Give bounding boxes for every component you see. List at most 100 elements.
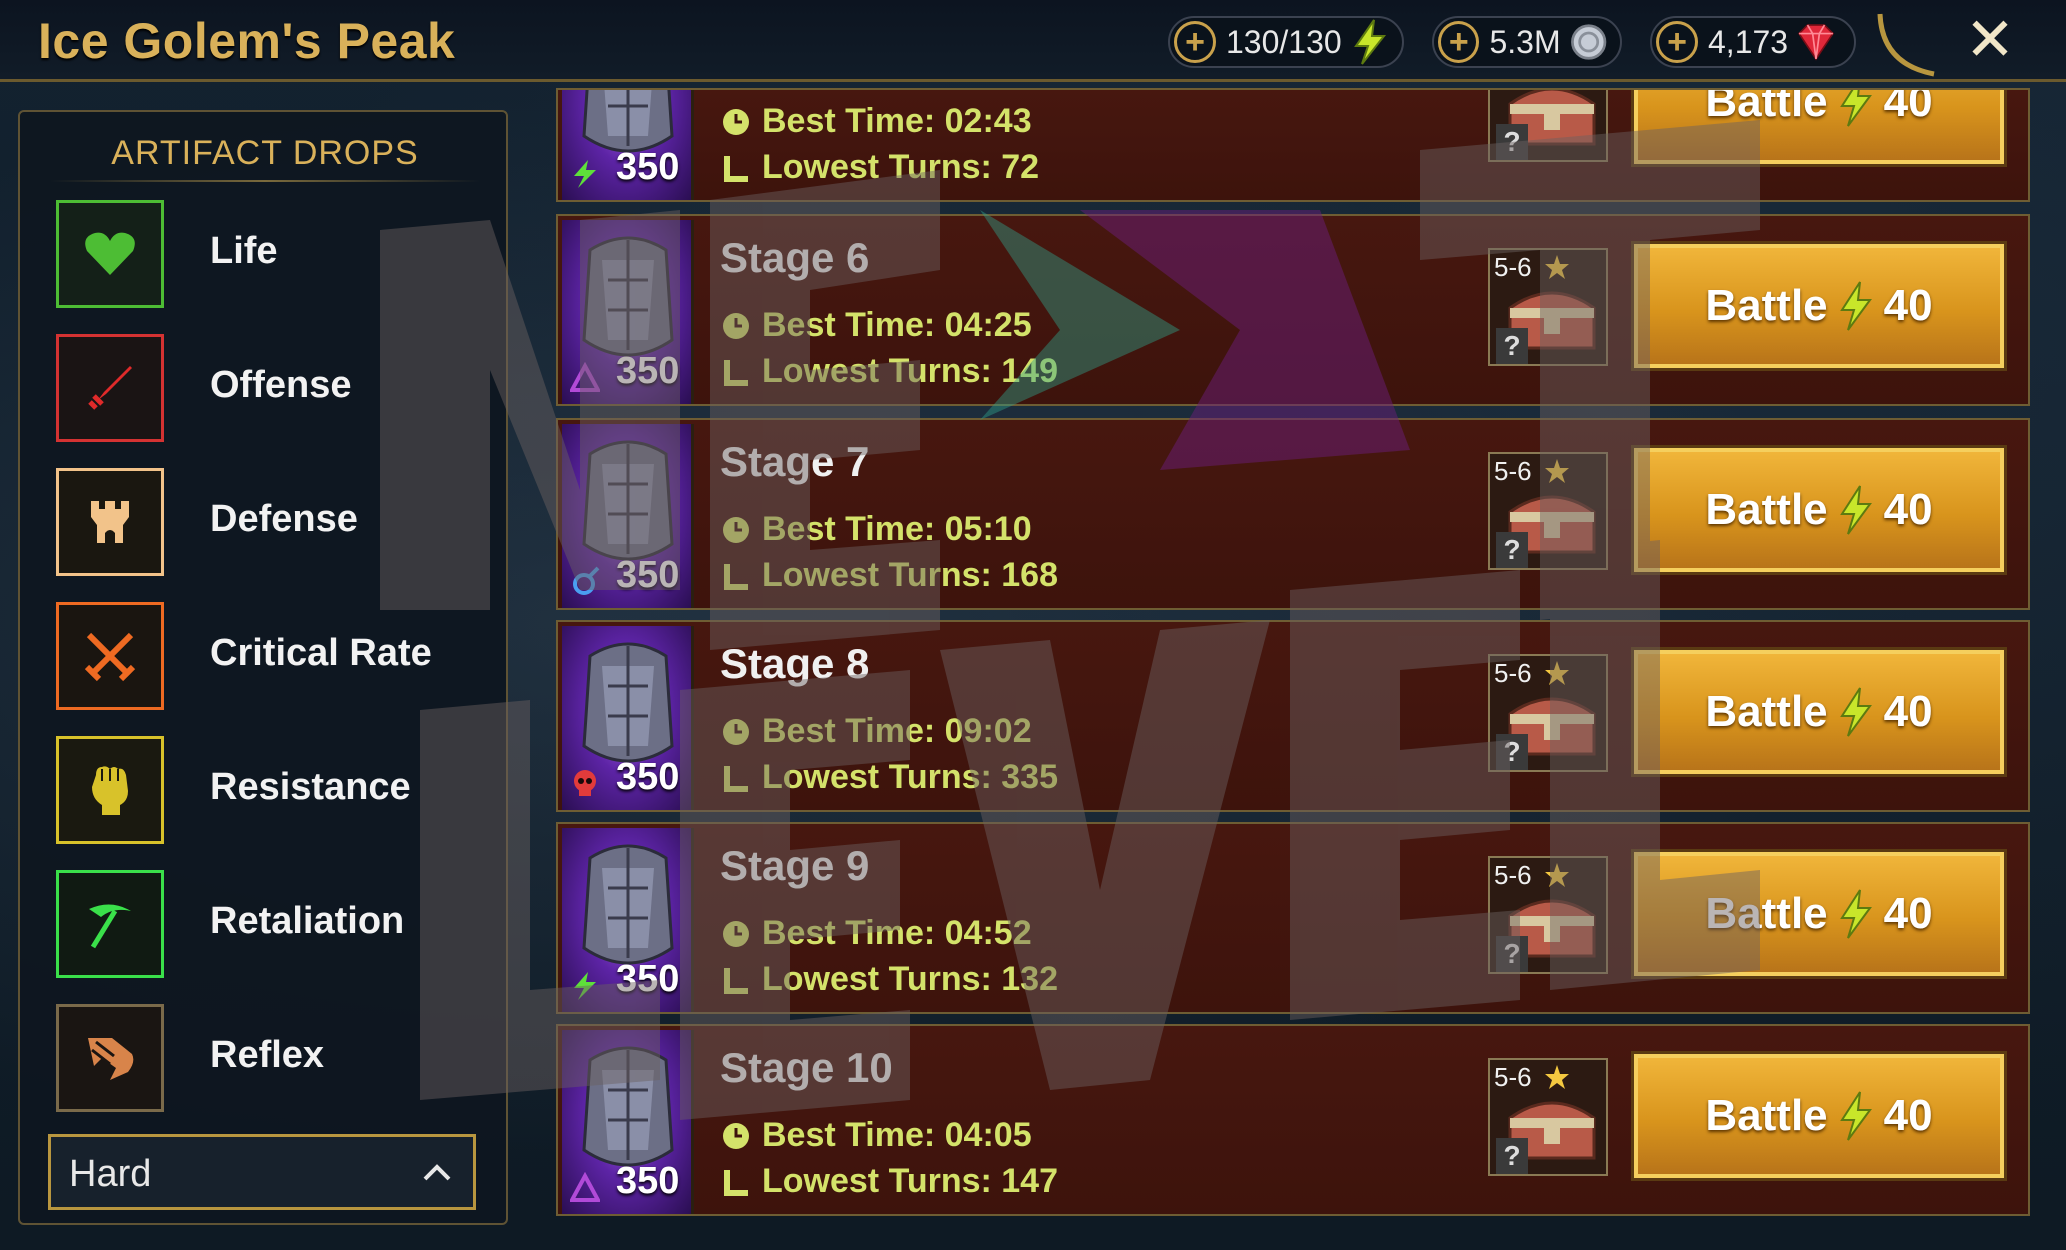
fist-icon bbox=[92, 766, 128, 815]
difficulty-select[interactable]: Hard bbox=[48, 1134, 476, 1210]
stage-row[interactable]: 350 Stage 10 Best Time: 04:05 Lowest Tur… bbox=[556, 1024, 2030, 1216]
boss-power: 350 bbox=[616, 756, 680, 798]
star-icon bbox=[1545, 863, 1569, 887]
reward-chest[interactable]: 5-6 ? bbox=[1488, 248, 1608, 366]
boss-power: 350 bbox=[616, 958, 680, 1000]
reward-chest[interactable]: 5-6 ? bbox=[1488, 452, 1608, 570]
boss-power: 350 bbox=[616, 146, 680, 188]
stage-row[interactable]: 350 Best Time: 02:43 Lowest Turns: 72 ? … bbox=[556, 88, 2030, 202]
unknown-reward-icon: ? bbox=[1496, 734, 1528, 770]
unknown-reward-icon: ? bbox=[1496, 1138, 1528, 1174]
top-bar: Ice Golem's Peak + 130/130 + 5.3M + 4,17… bbox=[0, 0, 2066, 82]
boss-power: 350 bbox=[616, 350, 680, 392]
triangle-icon bbox=[570, 1172, 600, 1202]
battle-cost: 40 bbox=[1883, 1091, 1933, 1140]
drop-item-defense[interactable]: Defense bbox=[56, 468, 496, 578]
difficulty-value: Hard bbox=[69, 1153, 152, 1195]
battle-button[interactable]: Battle 40 bbox=[1631, 1051, 2007, 1181]
battle-label: Battle bbox=[1705, 88, 1828, 126]
drop-label: Resistance bbox=[210, 766, 411, 808]
lightning-icon bbox=[574, 160, 596, 188]
drop-item-retaliation[interactable]: Retaliation bbox=[56, 870, 496, 980]
energy-bolt-icon bbox=[1839, 889, 1872, 939]
energy-bolt-icon bbox=[1839, 281, 1872, 331]
energy-bolt-icon bbox=[1839, 90, 1872, 127]
stage-row[interactable]: 350 Stage 7 Best Time: 05:10 Lowest Turn… bbox=[556, 418, 2030, 610]
boss-power: 350 bbox=[616, 554, 680, 596]
clock-icon bbox=[723, 921, 749, 947]
lowest-turns: Lowest Turns: 132 bbox=[720, 960, 1058, 999]
clock-icon bbox=[723, 1123, 749, 1149]
clock-icon bbox=[723, 719, 749, 745]
battle-button[interactable]: Battle 40 bbox=[1631, 88, 2007, 167]
energy-value: 130/130 bbox=[1226, 23, 1342, 60]
drop-label: Life bbox=[210, 230, 278, 272]
lowest-turns: Lowest Turns: 335 bbox=[720, 758, 1058, 797]
add-gems-button[interactable]: + bbox=[1656, 21, 1698, 63]
stage-name: Stage 6 bbox=[720, 234, 870, 281]
best-time: Best Time: 09:02 bbox=[720, 712, 1032, 751]
silver-counter[interactable]: + 5.3M bbox=[1432, 16, 1622, 68]
boss-portrait: 350 bbox=[562, 424, 694, 608]
star-icon bbox=[1545, 1065, 1569, 1089]
battle-button[interactable]: Battle 40 bbox=[1631, 241, 2007, 371]
artifact-drops-panel: ARTIFACT DROPS Life Offense Defense Crit… bbox=[18, 110, 508, 1225]
reward-chest[interactable]: 5-6 ? bbox=[1488, 856, 1608, 974]
stage-name: Stage 7 bbox=[720, 438, 870, 485]
reward-chest[interactable]: 5-6 ? bbox=[1488, 1058, 1608, 1176]
crossed-swords-icon bbox=[84, 632, 136, 682]
battle-cost: 40 bbox=[1883, 687, 1933, 736]
best-time: Best Time: 04:52 bbox=[720, 914, 1032, 953]
best-time: Best Time: 02:43 bbox=[720, 102, 1032, 141]
add-silver-button[interactable]: + bbox=[1438, 21, 1480, 63]
clock-icon bbox=[723, 109, 749, 135]
stage-name: Stage 8 bbox=[720, 640, 870, 687]
drop-item-critical-rate[interactable]: Critical Rate bbox=[56, 602, 496, 712]
battle-button[interactable]: Battle 40 bbox=[1631, 647, 2007, 777]
energy-bolt-icon bbox=[1353, 19, 1386, 65]
silver-value: 5.3M bbox=[1489, 23, 1561, 60]
resistance-box bbox=[56, 736, 164, 844]
drop-item-reflex[interactable]: Reflex bbox=[56, 1004, 496, 1114]
drop-item-resistance[interactable]: Resistance bbox=[56, 736, 496, 846]
reward-chest[interactable]: 5-6 ? bbox=[1488, 654, 1608, 772]
clock-icon bbox=[723, 313, 749, 339]
drop-item-life[interactable]: Life bbox=[56, 200, 496, 310]
panel-divider bbox=[50, 180, 480, 182]
offense-box bbox=[56, 334, 164, 442]
gems-counter[interactable]: + 4,173 bbox=[1650, 16, 1856, 68]
energy-counter[interactable]: + 130/130 bbox=[1168, 16, 1404, 68]
stage-name: Stage 10 bbox=[720, 1044, 893, 1091]
close-button[interactable]: ✕ bbox=[1960, 10, 2020, 70]
best-time: Best Time: 04:25 bbox=[720, 306, 1032, 345]
drop-label: Reflex bbox=[210, 1034, 325, 1076]
lightning-icon bbox=[574, 972, 596, 1000]
triangle-icon bbox=[570, 362, 600, 392]
stage-row[interactable]: 350 Stage 8 Best Time: 09:02 Lowest Turn… bbox=[556, 620, 2030, 812]
unknown-reward-icon: ? bbox=[1496, 124, 1528, 160]
boot-icon bbox=[88, 1038, 134, 1080]
energy-bolt-icon bbox=[1839, 687, 1872, 737]
unknown-reward-icon: ? bbox=[1496, 532, 1528, 568]
drop-label: Offense bbox=[210, 364, 352, 406]
lowest-turns: Lowest Turns: 168 bbox=[720, 556, 1058, 595]
stage-name: Stage 9 bbox=[720, 842, 870, 889]
silver-coin-icon bbox=[1570, 24, 1606, 60]
battle-button[interactable]: Battle 40 bbox=[1631, 849, 2007, 979]
battle-label: Battle bbox=[1705, 485, 1828, 534]
drop-item-offense[interactable]: Offense bbox=[56, 334, 496, 444]
hourglass-icon bbox=[724, 564, 748, 590]
add-energy-button[interactable]: + bbox=[1174, 21, 1216, 63]
retaliation-box bbox=[56, 870, 164, 978]
reward-chest[interactable]: ? bbox=[1488, 90, 1608, 162]
battle-button[interactable]: Battle 40 bbox=[1631, 445, 2007, 575]
boss-portrait: 350 bbox=[562, 220, 694, 404]
stage-row[interactable]: 350 Stage 9 Best Time: 04:52 Lowest Turn… bbox=[556, 822, 2030, 1014]
drop-label: Defense bbox=[210, 498, 358, 540]
battle-label: Battle bbox=[1705, 687, 1828, 736]
hourglass-icon bbox=[724, 156, 748, 182]
best-time: Best Time: 05:10 bbox=[720, 510, 1032, 549]
stage-row[interactable]: 350 Stage 6 Best Time: 04:25 Lowest Turn… bbox=[556, 214, 2030, 406]
unknown-reward-icon: ? bbox=[1496, 328, 1528, 364]
drop-label: Critical Rate bbox=[210, 632, 432, 674]
